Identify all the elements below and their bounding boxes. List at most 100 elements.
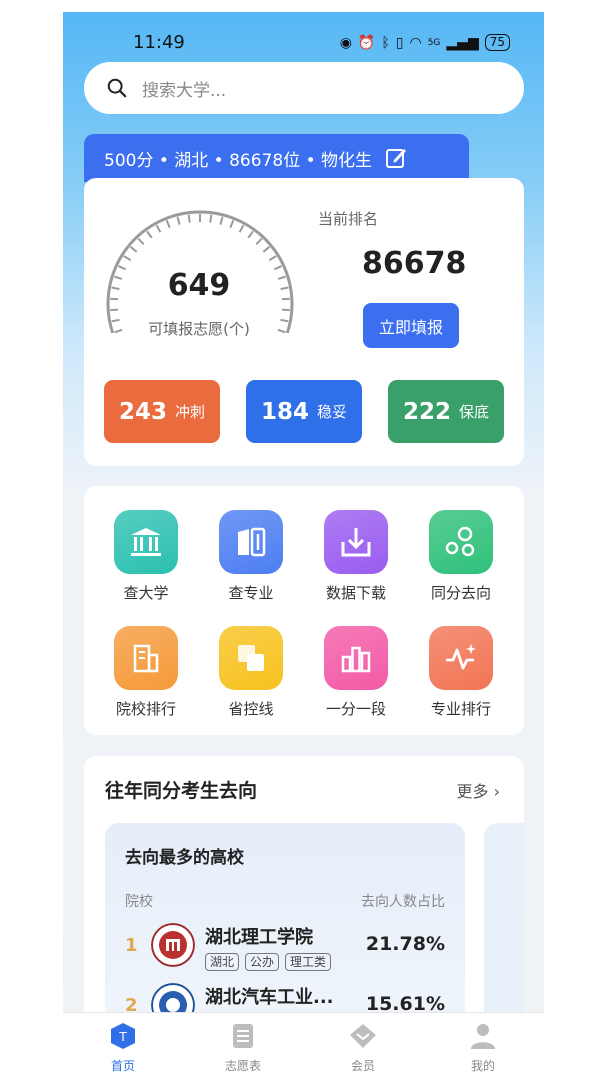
university-name: 湖北理工学院 <box>205 927 313 948</box>
gauge-tick <box>146 230 153 239</box>
gauge-tick <box>247 230 254 239</box>
gauge-tick <box>281 308 290 312</box>
tier-label: 稳妥 <box>317 403 348 421</box>
table-row[interactable]: 1 湖北理工学院 湖北 公办 理工类 21.78% <box>105 923 465 983</box>
more-link[interactable]: 更多 › <box>456 778 500 802</box>
tool-label: 查大学 <box>123 584 169 602</box>
rank-value: 86678 <box>362 246 467 281</box>
wifi-icon: ◠ <box>409 34 422 51</box>
svg-text:T: T <box>118 1030 127 1044</box>
column-header-school: 院校 <box>125 894 153 910</box>
tool-label: 数据下载 <box>325 584 386 602</box>
user-icon <box>471 1024 495 1049</box>
gauge-tick <box>209 214 213 223</box>
tag-province: 湖北 <box>205 953 240 971</box>
tab-home[interactable]: T 首页 <box>83 1021 163 1074</box>
gauge-tick <box>255 237 263 246</box>
status-time: 11:49 <box>133 32 185 53</box>
battery-indicator: 75 <box>484 34 510 51</box>
university-name: 湖北汽车工业... <box>205 987 334 1008</box>
tool-same-score[interactable]: 同分去向 <box>411 510 511 603</box>
building-icon <box>133 644 159 673</box>
search-icon <box>107 78 127 98</box>
more-label: 更多 <box>456 782 489 801</box>
gauge-tick <box>268 255 277 262</box>
tab-label: 会员 <box>350 1059 375 1073</box>
bubbles-icon <box>445 526 475 557</box>
tab-label: 我的 <box>470 1059 495 1073</box>
tools-grid: 查大学 查专业 数据下载 同分去向 院校排行 省控线 一分一段 专业排行 <box>84 486 524 735</box>
tool-download[interactable]: 数据下载 <box>306 510 406 603</box>
tool-label: 专业排行 <box>430 700 491 718</box>
tool-major-rank[interactable]: 专业排行 <box>411 626 511 719</box>
summary-card: 649 可填报志愿(个) 当前排名 86678 立即填报 243 冲刺 184 … <box>84 178 524 466</box>
tag-category: 理工类 <box>285 953 332 971</box>
tool-major[interactable]: 查专业 <box>201 510 301 603</box>
tool-label: 查专业 <box>228 584 274 602</box>
rank-number: 1 <box>125 935 138 956</box>
status-bar: 11:49 ◉ ⏰ ᛒ ▯ ◠ 5G ▂▄▆ 75 <box>63 32 544 58</box>
gauge-tick <box>262 246 271 253</box>
download-icon <box>341 528 371 557</box>
layers-icon <box>238 645 264 671</box>
vibrate-icon: ▯ <box>395 34 404 51</box>
tab-label: 志愿表 <box>224 1059 261 1073</box>
search-input[interactable]: 搜索大学... <box>142 76 226 101</box>
gauge-tick <box>176 216 181 225</box>
tier-safe-button[interactable]: 222 保底 <box>388 380 504 443</box>
tab-profile[interactable]: 我的 <box>443 1021 523 1074</box>
gauge-tick <box>123 255 132 262</box>
tab-volunteer-table[interactable]: 志愿表 <box>203 1021 283 1074</box>
tier-label: 保底 <box>459 403 490 421</box>
tab-membership[interactable]: 会员 <box>323 1021 403 1074</box>
app-screen: 11:49 ◉ ⏰ ᛒ ▯ ◠ 5G ▂▄▆ 75 搜索大学... 500分 •… <box>63 12 544 1080</box>
gauge-tick <box>165 219 171 229</box>
chevron-right-icon: › <box>493 782 500 801</box>
rank-label: 当前排名 <box>318 210 379 228</box>
network-label: 5G <box>427 37 441 48</box>
tool-label: 省控线 <box>228 700 274 718</box>
tag-type: 公办 <box>245 953 280 971</box>
tool-university[interactable]: 查大学 <box>96 510 196 603</box>
fill-now-button[interactable]: 立即填报 <box>363 303 459 348</box>
gauge-tick <box>187 214 191 223</box>
pulse-icon <box>446 644 476 670</box>
section-title: 往年同分考生去向 <box>105 780 258 802</box>
tier-rush-button[interactable]: 243 冲刺 <box>104 380 220 443</box>
gauge-tick <box>238 224 245 233</box>
tool-label: 一分一段 <box>325 700 386 718</box>
volunteer-count: 649 <box>167 268 231 303</box>
bar-chart-icon <box>341 646 371 673</box>
major-icon <box>238 527 266 557</box>
list-icon <box>233 1024 253 1048</box>
eye-icon: ◉ <box>339 34 352 51</box>
profile-summary: 500分 • 湖北 • 86678位 • 物化生 <box>104 150 373 171</box>
tab-label: 首页 <box>110 1059 135 1073</box>
tool-control-line[interactable]: 省控线 <box>201 626 301 719</box>
column-header-ratio: 去向人数占比 <box>361 894 445 910</box>
gauge-tick <box>129 246 138 253</box>
score-profile-bar[interactable]: 500分 • 湖北 • 86678位 • 物化生 <box>84 134 469 182</box>
diamond-icon <box>350 1024 376 1048</box>
gauge-tick <box>219 216 224 225</box>
gauge-tick <box>110 308 119 312</box>
volunteer-label: 可填报志愿(个) <box>148 320 250 338</box>
tool-school-rank[interactable]: 院校排行 <box>96 626 196 719</box>
tier-count: 222 <box>402 398 451 425</box>
signal-icon: ▂▄▆ <box>446 34 479 51</box>
tier-count: 243 <box>118 398 167 425</box>
tool-score-segment[interactable]: 一分一段 <box>306 626 406 719</box>
tier-stable-button[interactable]: 184 稳妥 <box>246 380 362 443</box>
gauge-tick <box>155 224 162 233</box>
card-title: 去向最多的高校 <box>125 848 244 868</box>
tool-label: 院校排行 <box>115 700 176 718</box>
bluetooth-icon: ᛒ <box>381 34 390 51</box>
tier-count: 184 <box>260 398 309 425</box>
gauge-tick <box>229 219 235 229</box>
ratio-value: 21.78% <box>365 933 445 955</box>
search-bar[interactable]: 搜索大学... <box>84 62 524 114</box>
bottom-tab-bar: T 首页 志愿表 会员 我的 <box>63 1012 544 1080</box>
edit-icon[interactable] <box>384 146 408 170</box>
tier-label: 冲刺 <box>175 403 206 421</box>
university-icon <box>131 528 161 556</box>
